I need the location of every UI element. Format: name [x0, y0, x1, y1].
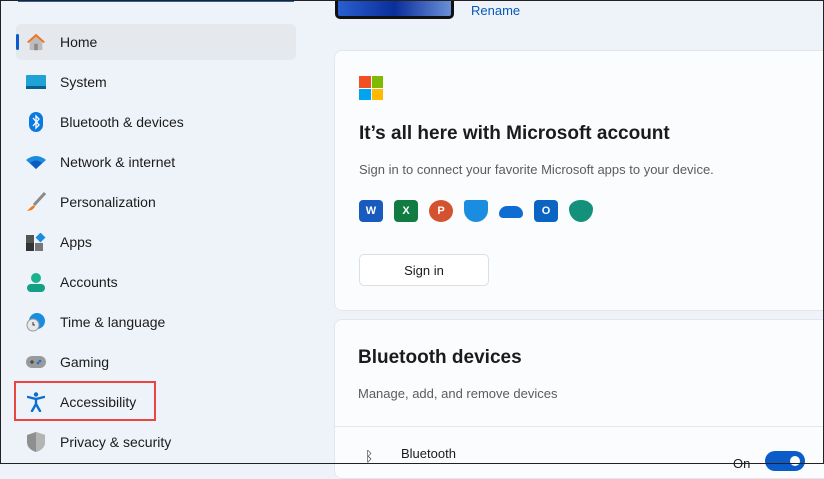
monitor-icon [26, 72, 46, 92]
microsoft-account-card: It’s all here with Microsoft account Sig… [334, 50, 824, 311]
rename-link[interactable]: Rename [471, 3, 520, 18]
sidebar-item-system[interactable]: System [16, 64, 296, 100]
sidebar-item-label: Home [60, 34, 98, 50]
microsoft-logo-icon [359, 76, 383, 100]
sidebar-item-privacy[interactable]: Privacy & security [16, 424, 296, 460]
sidebar-item-network[interactable]: Network & internet [16, 144, 296, 180]
highlight-box [14, 381, 156, 421]
card-title: It’s all here with Microsoft account [359, 123, 670, 144]
bluetooth-icon [26, 112, 46, 132]
person-icon [26, 272, 46, 292]
sidebar-item-label: Personalization [60, 194, 156, 210]
defender-icon [464, 200, 488, 222]
card-subtitle: Manage, add, and remove devices [358, 386, 558, 401]
family-safety-icon [569, 200, 593, 222]
device-thumbnail [335, 0, 454, 19]
outlook-icon: O [534, 200, 558, 222]
sidebar-item-label: Network & internet [60, 154, 176, 170]
onedrive-icon [499, 206, 523, 218]
sidebar-item-apps[interactable]: Apps [16, 224, 296, 260]
card-title: Bluetooth devices [358, 347, 522, 368]
sidebar-item-label: Apps [60, 234, 92, 250]
brush-icon [26, 192, 46, 212]
sidebar-item-accounts[interactable]: Accounts [16, 264, 296, 300]
sidebar-item-label: Bluetooth & devices [60, 114, 184, 130]
bluetooth-row-label: Bluetooth [401, 446, 456, 461]
shield-icon [26, 432, 46, 452]
bluetooth-devices-card: Bluetooth devices Manage, add, and remov… [334, 319, 824, 479]
window-top-edge [18, 0, 294, 2]
word-icon: W [359, 200, 383, 222]
sidebar-item-label: Gaming [60, 354, 110, 370]
sidebar-item-label: Time & language [60, 314, 166, 330]
app-icons: W X P O [359, 200, 593, 222]
powerpoint-icon: P [429, 200, 453, 222]
sidebar-item-label: Accounts [60, 274, 118, 290]
sidebar-item-label: Privacy & security [60, 434, 172, 450]
wifi-icon [26, 152, 46, 172]
sidebar-item-home[interactable]: Home [16, 24, 296, 60]
globe-clock-icon [26, 312, 46, 332]
bluetooth-icon: ᛒ [365, 448, 374, 464]
card-subtitle: Sign in to connect your favorite Microso… [359, 162, 714, 177]
sidebar-item-bluetooth[interactable]: Bluetooth & devices [16, 104, 296, 140]
divider [335, 426, 824, 427]
sidebar-item-gaming[interactable]: Gaming [16, 344, 296, 380]
sign-in-button[interactable]: Sign in [359, 254, 489, 286]
excel-icon: X [394, 200, 418, 222]
sidebar-item-time-language[interactable]: Time & language [16, 304, 296, 340]
sidebar-item-label: System [60, 74, 107, 90]
home-icon [26, 32, 46, 52]
sidebar-item-personalization[interactable]: Personalization [16, 184, 296, 220]
bluetooth-toggle[interactable] [765, 451, 805, 471]
apps-icon [26, 232, 46, 252]
gamepad-icon [26, 352, 46, 372]
